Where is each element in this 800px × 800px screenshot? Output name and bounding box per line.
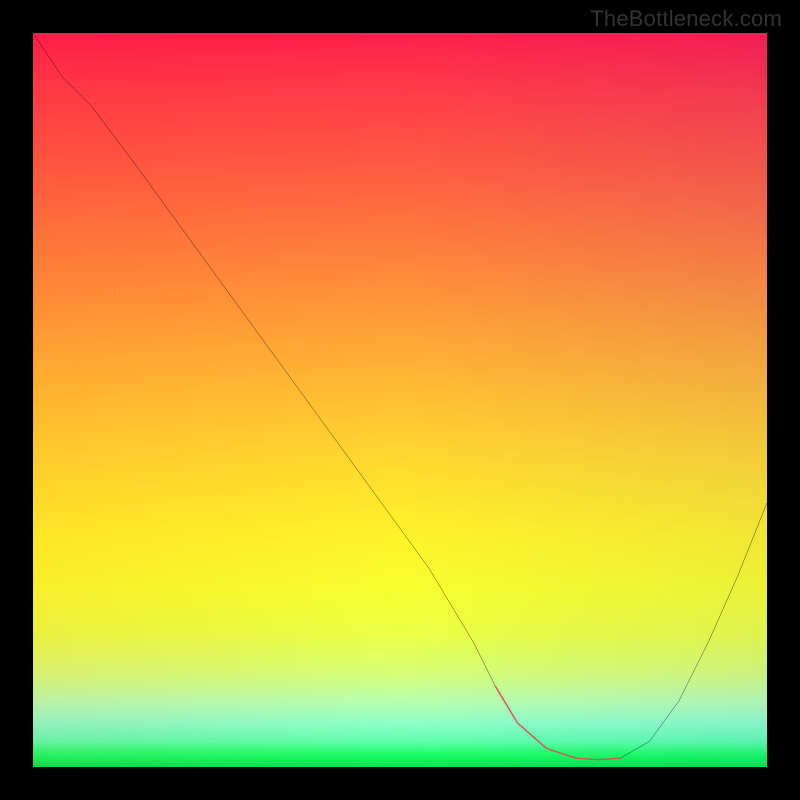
watermark-text: TheBottleneck.com <box>590 6 782 32</box>
chart-line-highlight <box>495 686 620 759</box>
chart-plot-area <box>33 33 767 767</box>
chart-curve-layer <box>33 33 767 767</box>
chart-line-main <box>33 33 767 760</box>
